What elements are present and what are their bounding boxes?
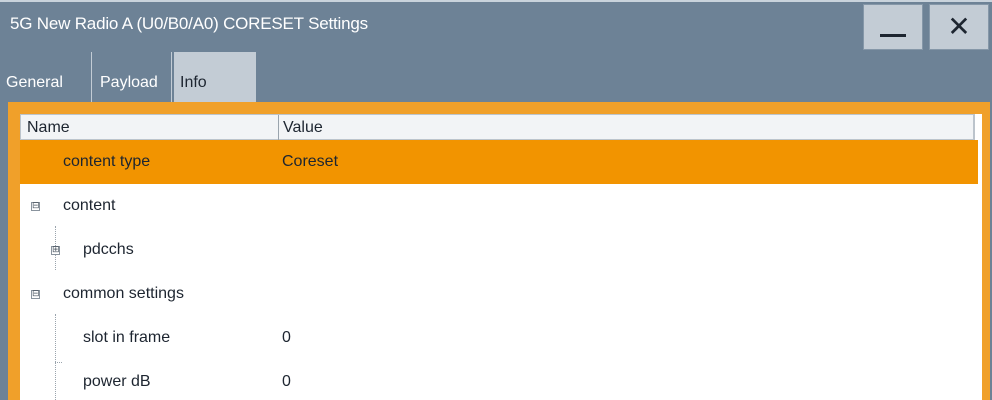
collapse-icon[interactable]: ⊟ [31,202,40,211]
row-name: power dB [83,373,151,390]
table-row[interactable]: ⊟ content [20,184,978,228]
table-header: Name Value [20,114,975,141]
row-name: content type [63,153,151,170]
row-value: Coreset [282,153,339,170]
table-row[interactable]: content type Coreset [20,140,978,184]
tab-info[interactable]: Info [174,52,256,102]
row-name: common settings [63,285,184,302]
title-bar: 5G New Radio A (U0/B0/A0) CORESET Settin… [0,0,992,52]
column-header-name[interactable]: Name [27,119,70,137]
table-row[interactable]: slot in frame 0 [20,316,978,360]
info-tree-table: Name Value content type Coreset ⊟ conten… [20,114,982,400]
column-header-value[interactable]: Value [283,119,323,137]
row-name: content [63,197,116,214]
row-name: slot in frame [83,329,171,346]
tab-payload[interactable]: Payload [94,52,172,102]
info-panel: Name Value content type Coreset ⊟ conten… [8,102,990,400]
expand-icon[interactable]: ⊞ [51,246,60,255]
collapse-icon[interactable]: ⊟ [31,290,40,299]
minimize-icon [880,33,906,37]
row-name: pdcchs [83,241,134,258]
tab-general[interactable]: General [0,52,92,102]
row-value: 0 [282,373,291,390]
row-value: 0 [282,329,291,346]
column-divider[interactable] [278,115,279,141]
close-icon: ✕ [947,10,971,43]
table-row[interactable]: power dB 0 [20,360,978,400]
table-row[interactable]: ⊟ common settings [20,272,978,316]
window-title: 5G New Radio A (U0/B0/A0) CORESET Settin… [10,14,368,33]
tab-bar: General Payload Info [0,52,992,102]
table-row[interactable]: ⊞ pdcchs [20,228,978,272]
close-button[interactable]: ✕ [929,4,989,50]
minimize-button[interactable] [863,4,923,50]
coreset-settings-window: 5G New Radio A (U0/B0/A0) CORESET Settin… [0,0,992,400]
